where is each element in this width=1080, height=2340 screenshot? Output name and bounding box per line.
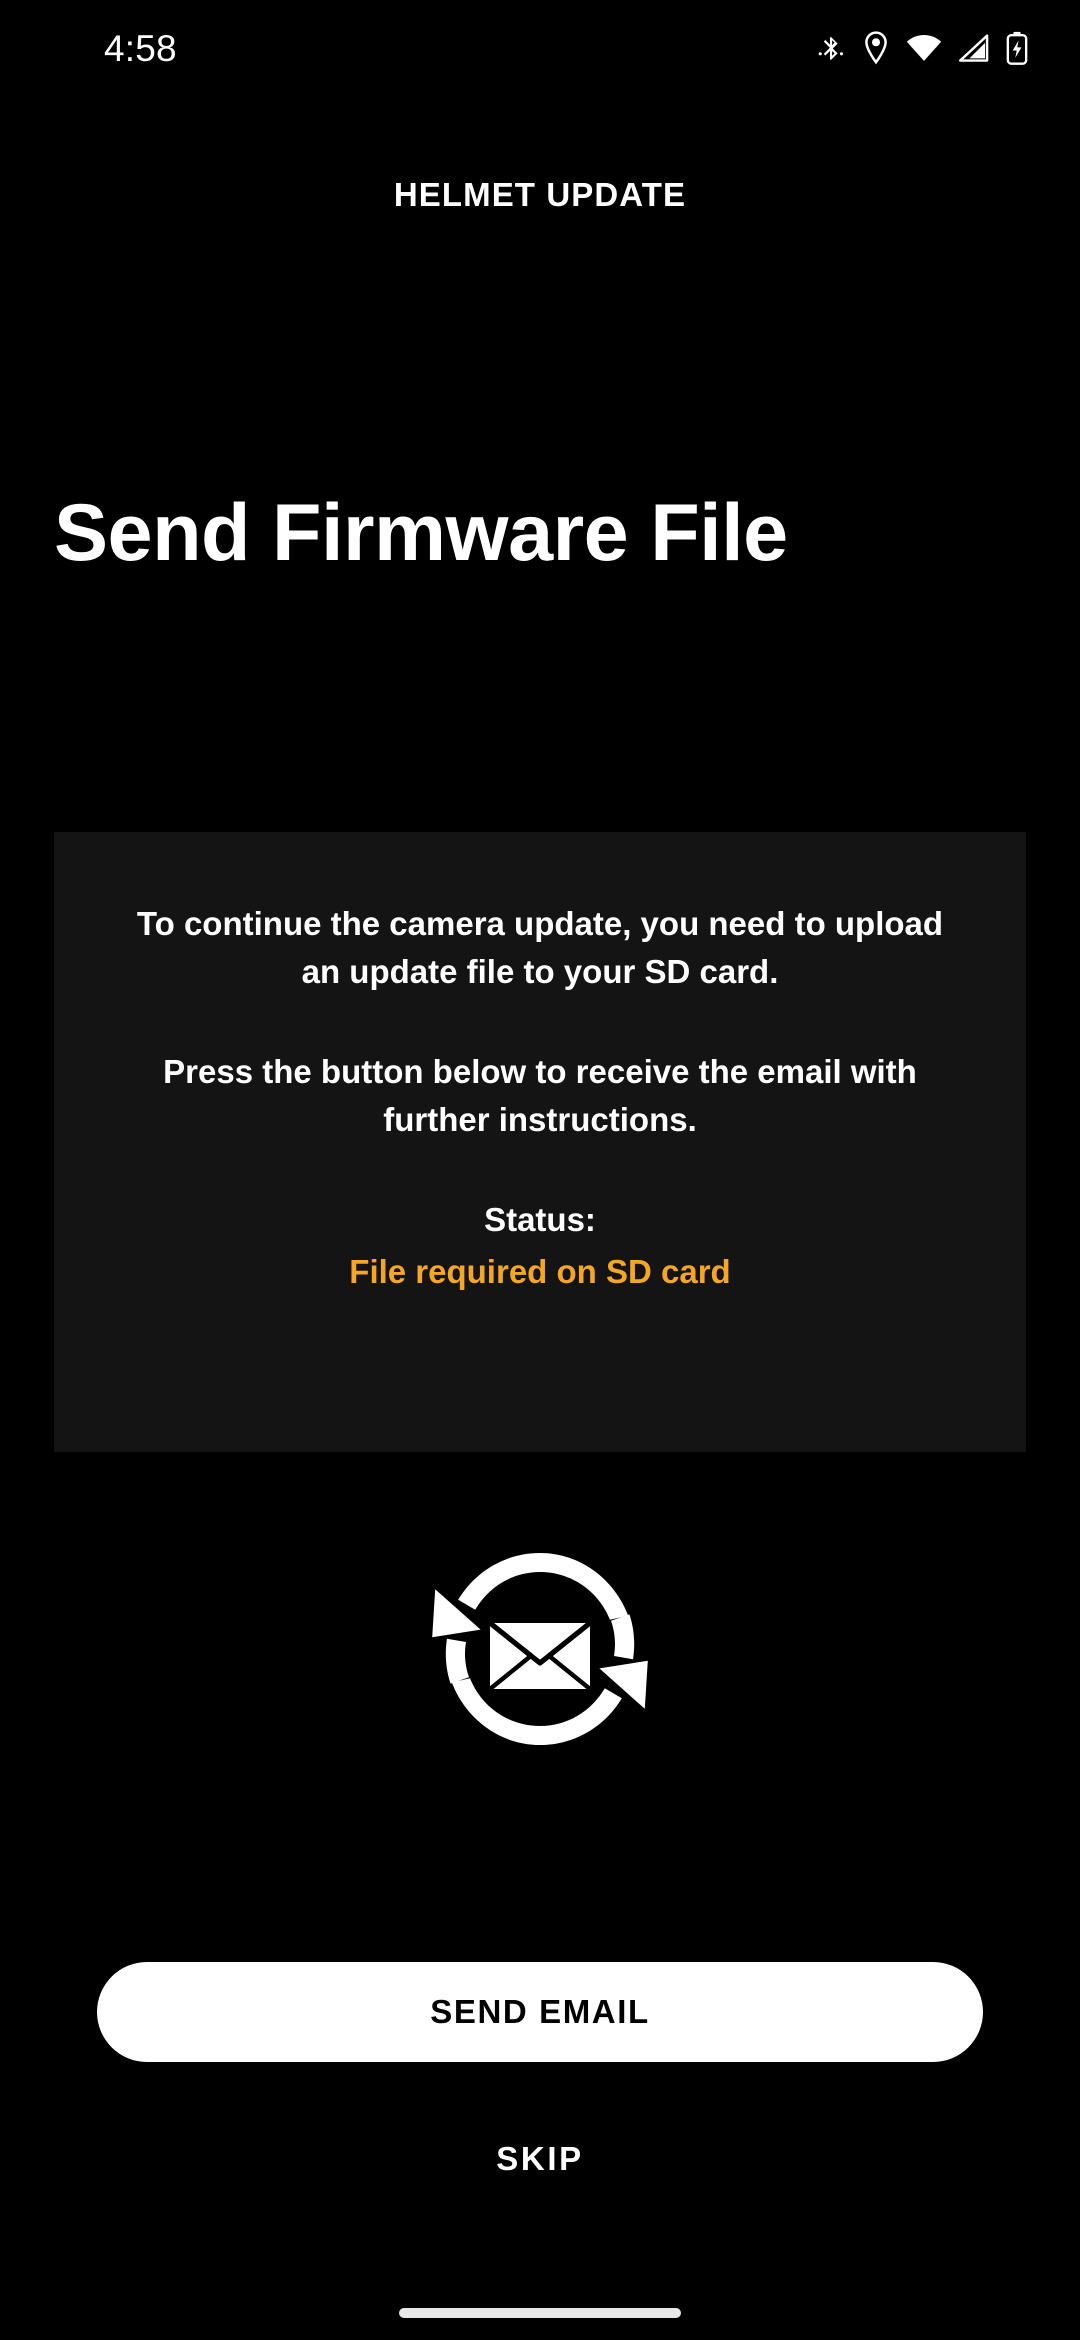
sync-email-illustration	[0, 1540, 1080, 1763]
wifi-icon	[906, 33, 942, 63]
info-card: To continue the camera update, you need …	[54, 832, 1026, 1452]
instruction-paragraph-1: To continue the camera update, you need …	[136, 905, 944, 990]
status-label: Status:	[484, 1201, 596, 1239]
location-pin-icon	[863, 31, 889, 65]
screen-title: HELMET UPDATE	[393, 176, 687, 213]
skip-button[interactable]: SKIP	[0, 2128, 1080, 2190]
page-title: Send Firmware File	[54, 488, 788, 579]
send-email-button[interactable]: SEND EMAIL	[97, 1962, 983, 2062]
status-block: Status: File required on SD card	[114, 1197, 966, 1294]
status-clock: 4:58	[104, 27, 177, 69]
instruction-paragraph-2: Press the button below to receive the em…	[163, 1052, 917, 1138]
bluetooth-icon	[816, 31, 846, 65]
status-badge: File required on SD card	[349, 1252, 731, 1290]
cellular-signal-icon	[959, 33, 989, 63]
status-bar: 4:58	[0, 0, 1080, 96]
status-icon-group	[816, 31, 1028, 65]
battery-charging-icon	[1006, 31, 1028, 65]
sync-email-icon	[410, 1540, 670, 1763]
home-indicator[interactable]	[399, 2308, 681, 2318]
